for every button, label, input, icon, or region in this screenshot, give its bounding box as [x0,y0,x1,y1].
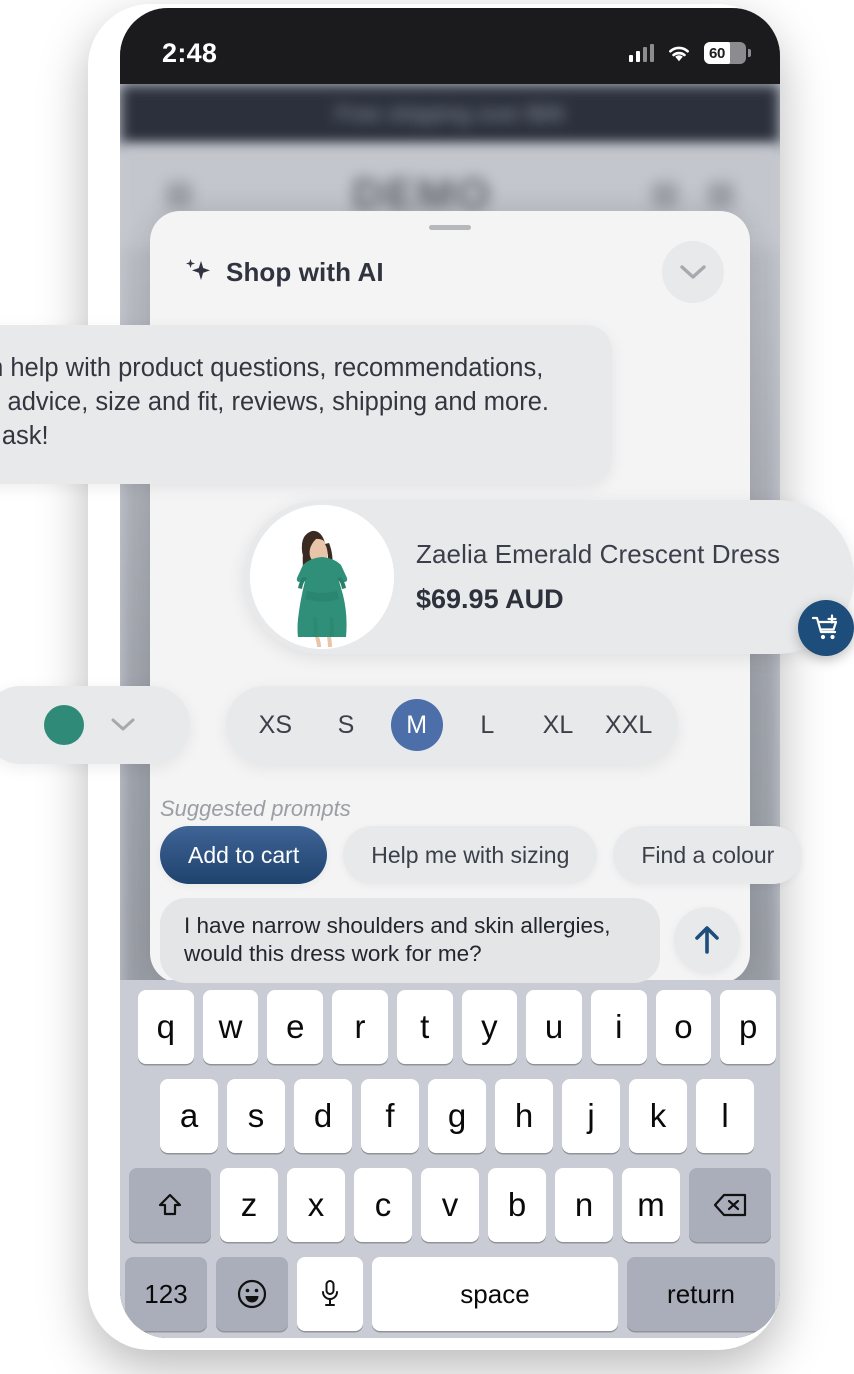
product-card[interactable]: Zaelia Emerald Crescent Dress $69.95 AUD [244,500,854,654]
key-x[interactable]: x [287,1168,345,1242]
sparkle-icon [186,259,210,280]
key-n[interactable]: n [555,1168,613,1242]
key-h[interactable]: h [495,1079,553,1153]
battery-icon: 60 [704,42,751,64]
size-option-xxl[interactable]: XXL [603,699,655,751]
product-title: Zaelia Emerald Crescent Dress [416,539,781,569]
keyboard-row-4: 123 space return [124,1257,776,1331]
store-announcement-bar: Free shipping over $99 [120,84,780,146]
message-input[interactable]: I have narrow shoulders and skin allergi… [160,898,660,983]
space-key[interactable]: space [372,1257,618,1331]
colour-selector[interactable] [0,686,190,764]
phone-screen: Free shipping over $99 DEMO 2:48 60 Shop… [120,8,780,1338]
size-option-m[interactable]: M [390,699,443,751]
key-m[interactable]: m [622,1168,680,1242]
chevron-down-icon [680,264,706,279]
key-d[interactable]: d [294,1079,352,1153]
backspace-icon [713,1193,747,1217]
key-i[interactable]: i [590,990,647,1064]
add-to-cart-button[interactable] [798,600,854,656]
key-v[interactable]: v [421,1168,479,1242]
size-option-xl[interactable]: XL [532,699,584,751]
dress-product-image [250,505,394,649]
key-w[interactable]: w [202,990,259,1064]
store-announcement-text: Free shipping over $99 [336,103,564,126]
hamburger-menu-icon [166,182,192,208]
product-price: $69.95 AUD [416,584,564,614]
key-q[interactable]: q [137,990,194,1064]
key-g[interactable]: g [428,1079,486,1153]
cart-plus-icon [811,614,838,640]
numeric-key[interactable]: 123 [125,1257,207,1331]
key-b[interactable]: b [488,1168,546,1242]
emoji-key[interactable] [216,1257,288,1331]
wifi-icon [669,46,689,61]
prompt-chip-help-me-with-sizing[interactable]: Help me with sizing [343,826,598,884]
prompt-chip-find-a-colour[interactable]: Find a colour [613,826,803,884]
return-key[interactable]: return [627,1257,775,1331]
message-composer: I have narrow shoulders and skin allergi… [160,898,740,983]
cellular-bars-icon [628,44,654,62]
size-selector: XS S M L XL XXL [226,686,678,764]
key-t[interactable]: t [396,990,453,1064]
key-p[interactable]: p [720,990,777,1064]
suggested-prompts-label: Suggested prompts [160,796,351,821]
key-l[interactable]: l [696,1079,754,1153]
shift-arrow-icon [158,1193,182,1216]
chat-title: Shop with AI [226,256,384,287]
phone-bezel: Free shipping over $99 DEMO 2:48 60 Shop… [120,8,780,1338]
backspace-key[interactable] [689,1168,771,1242]
assistant-message-bubble: I can help with product questions, recom… [0,325,612,484]
keyboard-row-1: qwertyuiop [137,990,777,1064]
chat-header: Shop with AI [150,233,750,311]
key-c[interactable]: c [354,1168,412,1242]
arrow-up-icon [695,926,719,955]
status-indicators: 60 [628,42,751,64]
status-bar: 2:48 60 [120,8,780,84]
key-e[interactable]: e [267,990,324,1064]
dictation-key[interactable] [297,1257,363,1331]
shift-key[interactable] [129,1168,211,1242]
key-a[interactable]: a [160,1079,218,1153]
key-j[interactable]: j [562,1079,620,1153]
size-option-l[interactable]: L [461,699,513,751]
status-clock: 2:48 [162,37,218,68]
key-k[interactable]: k [629,1079,687,1153]
microphone-icon [322,1280,338,1306]
size-option-s[interactable]: S [320,699,372,751]
chevron-down-icon [111,718,135,731]
key-r[interactable]: r [332,990,388,1064]
cart-icon [708,182,734,208]
suggested-prompt-chips: Add to cart Help me with sizing Find a col… [160,826,803,884]
key-y[interactable]: y [461,990,518,1064]
product-info: Zaelia Emerald Crescent Dress $69.95 AUD [394,539,780,615]
size-option-xs[interactable]: XS [249,699,301,751]
colour-swatch[interactable] [44,705,84,745]
emoji-smiley-icon [237,1279,267,1309]
send-message-button[interactable] [674,907,740,974]
product-thumbnail [250,505,394,649]
key-s[interactable]: s [227,1079,285,1153]
key-f[interactable]: f [361,1079,419,1153]
battery-level: 60 [709,44,725,62]
search-icon [652,182,678,208]
collapse-chat-button[interactable] [662,241,724,303]
keyboard-row-2: asdfghjkl [138,1079,776,1153]
prompt-chip-add-to-cart[interactable]: Add to cart [160,826,328,884]
keyboard-row-3: zxcvbnm [124,1168,776,1242]
key-u[interactable]: u [526,990,582,1064]
key-z[interactable]: z [220,1168,278,1242]
on-screen-keyboard: qwertyuiop asdfghjkl zxcvbnm 123 space r… [120,980,780,1338]
key-o[interactable]: o [655,990,712,1064]
drag-handle[interactable] [429,225,471,230]
screenshot-stage: Free shipping over $99 DEMO 2:48 60 Shop… [0,0,854,1374]
